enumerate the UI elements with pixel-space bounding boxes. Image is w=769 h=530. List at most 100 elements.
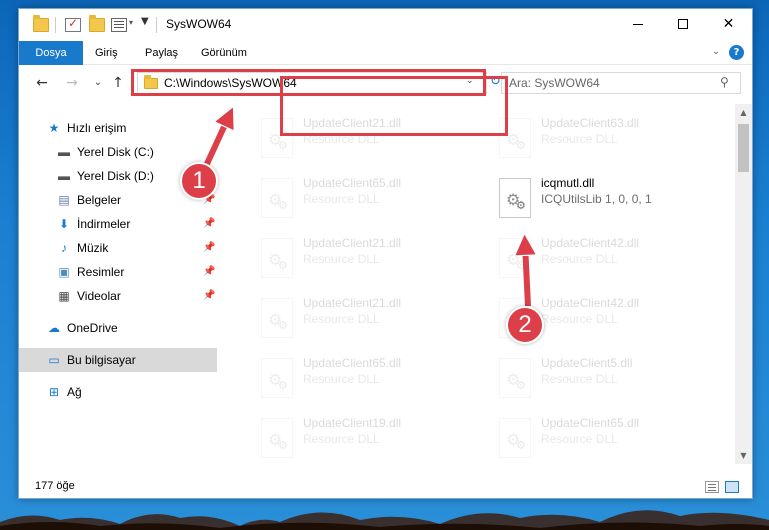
maximize-icon — [677, 19, 688, 29]
customize-toolbar-icon[interactable]: ▼ — [141, 16, 149, 27]
pin-icon[interactable]: 📌 — [203, 212, 215, 236]
properties-check-icon[interactable] — [65, 16, 81, 32]
sidebar-item[interactable]: ⬇ İndirmeler 📌 — [19, 212, 217, 236]
gear-icon: ⚙ — [516, 199, 526, 212]
tab-home[interactable]: Giriş — [83, 41, 130, 65]
pictures-icon: ▣ — [58, 265, 70, 279]
title-divider — [55, 17, 56, 33]
file-item[interactable]: ⚙ ⚙ UpdateClient5.dll Resource DLL — [489, 350, 724, 408]
back-button[interactable]: ← — [33, 74, 51, 92]
pin-icon[interactable]: 📌 — [203, 260, 215, 284]
gear-icon: ⚙ — [516, 379, 526, 392]
vertical-scrollbar[interactable]: ▲ ▼ — [735, 104, 752, 464]
explorer-window: ▾ ▼ SysWOW64 ✕ Dosya Giriş Paylaş Görünü… — [18, 8, 753, 499]
sidebar-item[interactable]: ⊞ Ağ — [19, 380, 217, 404]
file-name: UpdateClient65.dll — [303, 176, 402, 190]
sidebar-item[interactable]: ☁ OneDrive — [19, 316, 217, 340]
minimize-icon — [632, 23, 643, 25]
gear-icon: ⚙ — [516, 139, 526, 152]
gear-icon: ⚙ — [278, 319, 288, 332]
gear-icon: ⚙ — [516, 259, 526, 272]
file-description: Resource DLL — [303, 432, 380, 446]
pin-icon[interactable]: 📌 — [203, 236, 215, 260]
file-item[interactable]: ⚙ ⚙ UpdateClient65.dll Resource DLL — [251, 170, 486, 228]
close-button[interactable]: ✕ — [706, 9, 751, 39]
expand-ribbon-icon[interactable]: ⌄ — [709, 46, 723, 60]
view-options-dropdown-icon[interactable]: ▾ — [129, 18, 133, 27]
search-icon[interactable]: ⚲ — [720, 75, 729, 89]
sidebar-item-label: İndirmeler — [77, 217, 131, 231]
scroll-thumb[interactable] — [738, 124, 749, 172]
search-box[interactable]: Ara: SysWOW64 ⚲ — [501, 72, 741, 94]
file-item[interactable]: ⚙ ⚙ UpdateClient21.dll Resource DLL — [251, 290, 486, 348]
dll-file-icon: ⚙⚙ — [499, 358, 531, 398]
sidebar-item[interactable]: ▬ Yerel Disk (C:) — [19, 140, 217, 164]
new-folder-icon[interactable] — [89, 15, 105, 32]
tab-view[interactable]: Görünüm — [189, 41, 259, 65]
cloud-icon: ☁ — [48, 321, 60, 335]
scroll-down-icon[interactable]: ▼ — [735, 447, 752, 464]
file-description: Resource DLL — [303, 192, 380, 206]
download-icon: ⬇ — [58, 217, 70, 231]
star-icon: ★ — [48, 121, 60, 135]
sidebar-item-label: Resimler — [77, 265, 125, 279]
file-name: UpdateClient21.dll — [303, 296, 402, 310]
sidebar-item[interactable]: ▭ Bu bilgisayar — [19, 348, 217, 372]
file-description: ICQUtilsLib 1, 0, 0, 1 — [541, 192, 652, 206]
view-options-icon[interactable] — [111, 18, 127, 32]
pin-icon[interactable]: 📌 — [203, 284, 215, 308]
file-list: ⚙ ⚙ UpdateClient21.dll Resource DLL ⚙ ⚙ Update… — [229, 104, 734, 464]
tab-share[interactable]: Paylaş — [133, 41, 190, 65]
desktop-wallpaper-trees — [0, 510, 769, 530]
sidebar-item-label: Videolar — [77, 289, 121, 303]
gear-icon: ⚙ — [278, 139, 288, 152]
dll-file-icon: ⚙⚙ — [261, 358, 293, 398]
up-button[interactable]: ↑ — [109, 74, 127, 92]
forward-button[interactable]: → — [63, 74, 81, 92]
search-placeholder[interactable]: Ara: SysWOW64 — [509, 76, 600, 90]
gear-icon: ⚙ — [278, 379, 288, 392]
minimize-button[interactable] — [615, 9, 660, 39]
sidebar-item-label: Yerel Disk (C:) — [77, 145, 154, 159]
file-item[interactable]: ⚙ ⚙ icqmutl.dll ICQUtilsLib 1, 0, 0, 1 — [489, 170, 724, 228]
network-icon: ⊞ — [48, 385, 60, 399]
scroll-up-icon[interactable]: ▲ — [735, 104, 752, 121]
tab-file[interactable]: Dosya — [19, 41, 83, 65]
details-view-icon[interactable] — [705, 481, 719, 493]
step-badge-1: 1 — [180, 162, 218, 200]
status-bar: 177 öğe — [19, 476, 752, 498]
sidebar-item-label: OneDrive — [67, 321, 118, 335]
file-item[interactable]: ⚙⚙ UpdateClient42.dll Resource DLL — [489, 230, 724, 288]
maximize-button[interactable] — [660, 9, 705, 39]
gear-icon: ⚙ — [278, 259, 288, 272]
file-name: UpdateClient19.dll — [303, 416, 402, 430]
recent-locations-button[interactable]: ⌄ — [89, 74, 107, 92]
sidebar-item[interactable]: ★ Hızlı erişim — [19, 116, 217, 140]
file-name: UpdateClient5.dll — [541, 356, 633, 370]
sidebar-item[interactable]: ♪ Müzik 📌 — [19, 236, 217, 260]
file-description: Resource DLL — [541, 372, 618, 386]
help-icon[interactable]: ? — [729, 45, 744, 60]
dll-file-icon: ⚙⚙ — [261, 298, 293, 338]
file-description: Resource DLL — [541, 132, 618, 146]
file-item[interactable]: ⚙ ⚙ UpdateClient65.dll Resource DLL — [489, 410, 724, 464]
video-icon: ▦ — [58, 289, 70, 303]
file-name: UpdateClient65.dll — [303, 356, 402, 370]
sidebar-item[interactable]: ▦ Videolar 📌 — [19, 284, 217, 308]
drive-icon: ▬ — [58, 169, 70, 183]
item-count: 177 öğe — [35, 480, 75, 492]
file-item[interactable]: ⚙ ⚙ UpdateClient65.dll Resource DLL — [251, 350, 486, 408]
file-highlight-box — [280, 76, 508, 136]
dll-file-icon: ⚙⚙ — [499, 178, 531, 218]
file-item[interactable]: ⚙ ⚙ UpdateClient19.dll Resource DLL — [251, 410, 486, 464]
tiles-view-icon[interactable] — [725, 481, 739, 493]
document-icon: ▤ — [58, 193, 70, 207]
folder-icon — [33, 15, 49, 32]
computer-icon: ▭ — [48, 353, 60, 367]
title-bar: ▾ ▼ SysWOW64 ✕ — [19, 9, 752, 41]
dll-file-icon: ⚙⚙ — [261, 178, 293, 218]
sidebar-item[interactable]: ▣ Resimler 📌 — [19, 260, 217, 284]
gear-icon: ⚙ — [278, 439, 288, 452]
file-item[interactable]: ⚙ ⚙ UpdateClient21.dll Resource DLL — [251, 230, 486, 288]
file-item[interactable]: ⚙ ⚙ UpdateClient63.dll Resource DLL — [489, 110, 724, 168]
